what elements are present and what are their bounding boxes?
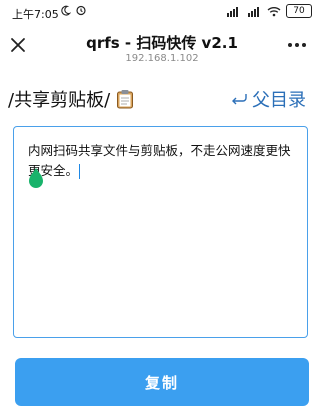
page-url: 192.168.1.102 (125, 53, 199, 64)
alarm-icon (76, 5, 86, 16)
moon-icon (61, 5, 71, 16)
page-title: qrfs - 扫码快传 v2.1 (86, 34, 238, 52)
status-time: 上午7:05 (12, 8, 59, 21)
status-bar: 上午7:05 70 (0, 0, 324, 26)
more-options-icon[interactable] (286, 38, 308, 52)
clipboard-icon (117, 90, 134, 109)
parent-directory-link[interactable]: 父目录 (230, 86, 306, 112)
battery-indicator: 70 (286, 4, 312, 18)
signal-bars-icon (248, 6, 259, 17)
clipboard-text: 内网扫码共享文件与剪贴板，不走公网速度更快更安全。 (28, 143, 291, 178)
status-right-icons: 70 (227, 4, 312, 18)
clipboard-content[interactable]: 内网扫码共享文件与剪贴板，不走公网速度更快更安全。 (28, 141, 296, 181)
app-header: qrfs - 扫码快传 v2.1 192.168.1.102 (0, 26, 324, 74)
parent-link-label: 父目录 (252, 90, 306, 111)
copy-button[interactable]: 复制 (15, 358, 309, 406)
text-caret (79, 164, 81, 179)
status-left-icons (60, 4, 87, 16)
caret-handle-icon[interactable] (29, 168, 43, 188)
return-arrow-icon (232, 94, 247, 105)
clipboard-heading: /共享剪贴板/ (8, 86, 134, 112)
wifi-icon (267, 6, 281, 16)
sim-signal-icon (227, 6, 238, 17)
heading-text: /共享剪贴板/ (8, 90, 111, 111)
clipboard-textarea[interactable]: 内网扫码共享文件与剪贴板，不走公网速度更快更安全。 (13, 126, 308, 338)
